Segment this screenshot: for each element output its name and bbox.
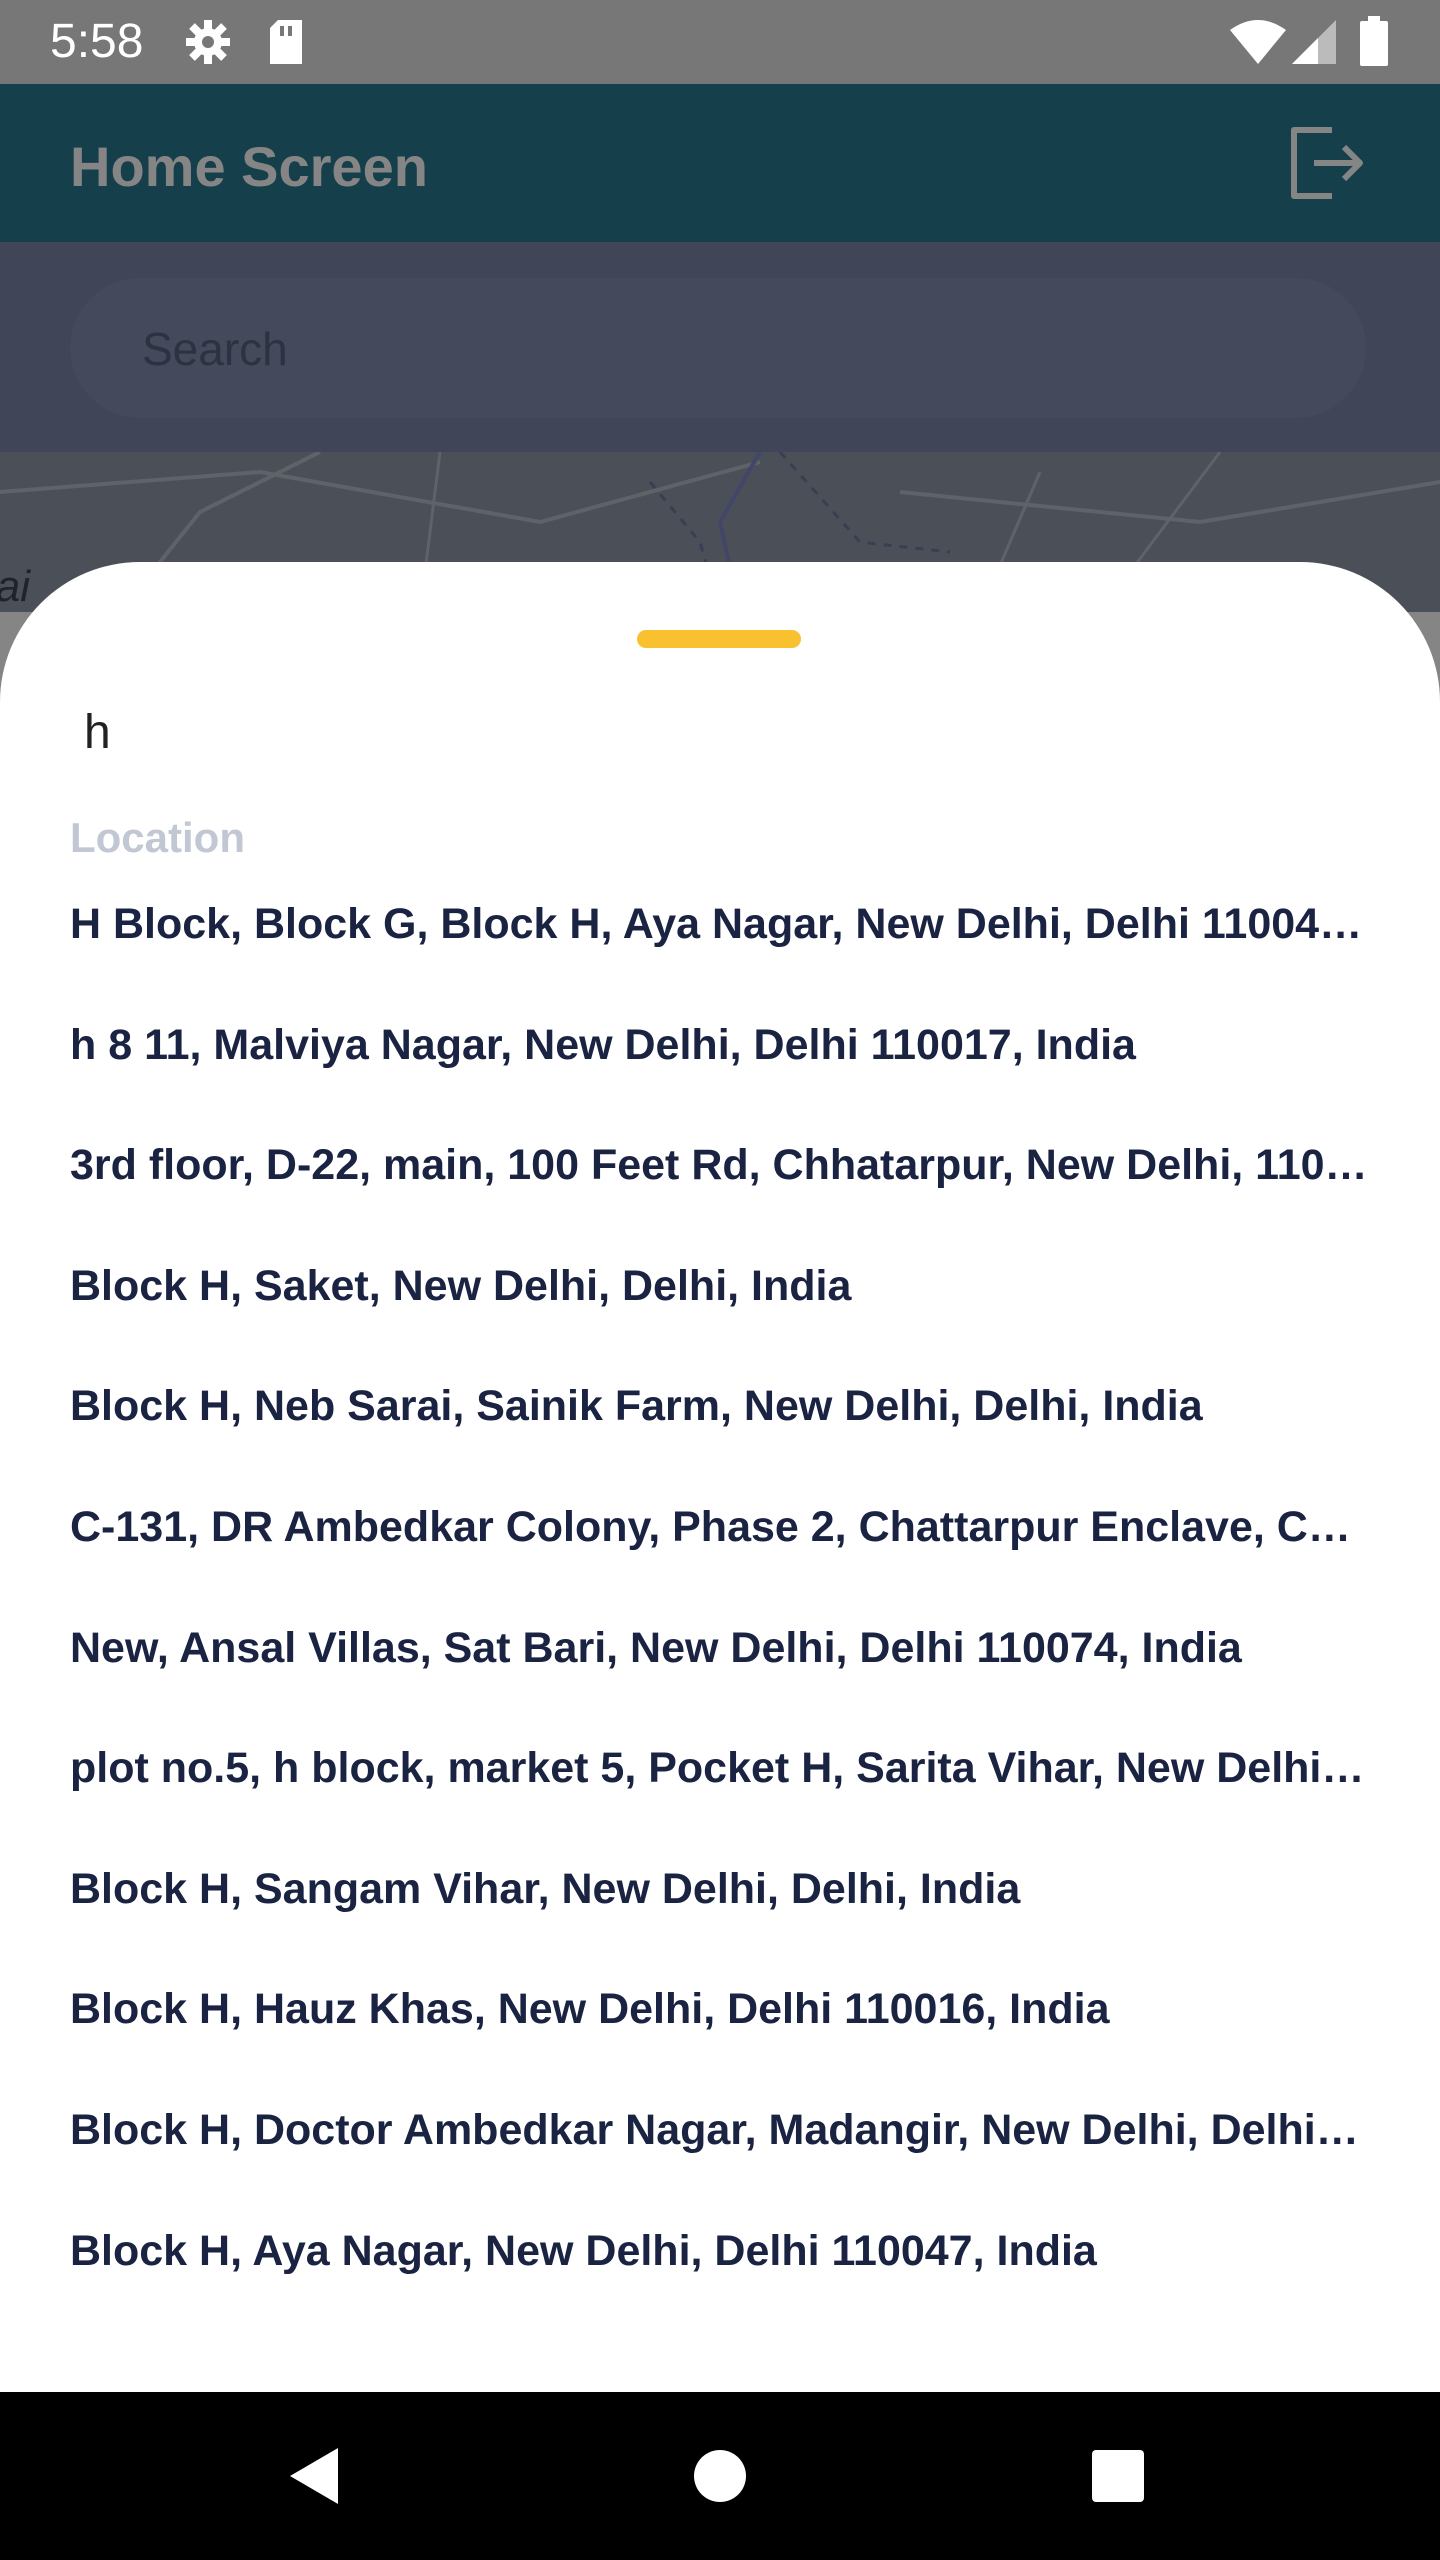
location-result-item[interactable]: 3rd floor, D-22, main, 100 Feet Rd, Chha… — [70, 1121, 1370, 1242]
status-time: 5:58 — [50, 15, 144, 68]
location-result-item[interactable]: Block H, Doctor Ambedkar Nagar, Madangir… — [70, 2086, 1370, 2207]
location-result-item[interactable]: C-131, DR Ambedkar Colony, Phase 2, Chat… — [70, 1483, 1370, 1604]
location-result-text: Block H, Hauz Khas, New Delhi, Delhi 110… — [70, 1985, 1110, 2034]
location-result-text: plot no.5, h block, market 5, Pocket H, … — [70, 1744, 1370, 1793]
drag-handle[interactable] — [637, 630, 801, 648]
location-result-text: Block H, Aya Nagar, New Delhi, Delhi 110… — [70, 2226, 1097, 2275]
location-results-list: H Block, Block G, Block H, Aya Nagar, Ne… — [70, 880, 1370, 2327]
navigation-bar — [0, 2392, 1440, 2560]
location-result-item[interactable]: plot no.5, h block, market 5, Pocket H, … — [70, 1724, 1370, 1845]
location-result-item[interactable]: New, Ansal Villas, Sat Bari, New Delhi, … — [70, 1604, 1370, 1725]
location-result-text: Block H, Saket, New Delhi, Delhi, India — [70, 1261, 852, 1310]
cell-signal-icon — [1292, 20, 1336, 69]
location-result-text: 3rd floor, D-22, main, 100 Feet Rd, Chha… — [70, 1141, 1370, 1190]
battery-icon — [1360, 16, 1388, 71]
location-result-text: h 8 11, Malviya Nagar, New Delhi, Delhi … — [70, 1020, 1136, 1069]
section-label: Location — [70, 814, 245, 861]
location-result-item[interactable]: Block H, Saket, New Delhi, Delhi, India — [70, 1242, 1370, 1363]
location-result-item[interactable]: Block H, Sangam Vihar, New Delhi, Delhi,… — [70, 1845, 1370, 1966]
location-result-item[interactable]: Block H, Hauz Khas, New Delhi, Delhi 110… — [70, 1965, 1370, 2086]
location-result-item[interactable]: H Block, Block G, Block H, Aya Nagar, Ne… — [70, 880, 1370, 1001]
location-bottom-sheet: Location H Block, Block G, Block H, Aya … — [0, 562, 1440, 2392]
location-result-text: C-131, DR Ambedkar Colony, Phase 2, Chat… — [70, 1502, 1370, 1551]
back-icon[interactable] — [278, 2436, 358, 2516]
location-result-text: Block H, Neb Sarai, Sainik Farm, New Del… — [70, 1382, 1203, 1431]
location-result-item[interactable]: Block H, Aya Nagar, New Delhi, Delhi 110… — [70, 2207, 1370, 2328]
location-result-text: New, Ansal Villas, Sat Bari, New Delhi, … — [70, 1623, 1242, 1672]
wifi-icon — [1230, 20, 1286, 69]
location-result-item[interactable]: h 8 11, Malviya Nagar, New Delhi, Delhi … — [70, 1001, 1370, 1122]
location-query-input[interactable] — [84, 692, 1364, 772]
status-bar: 5:58 — [0, 0, 1440, 84]
settings-icon — [184, 18, 232, 71]
sd-card-icon — [266, 18, 306, 71]
home-icon[interactable] — [680, 2436, 760, 2516]
recents-icon[interactable] — [1078, 2436, 1158, 2516]
location-result-item[interactable]: Block H, Neb Sarai, Sainik Farm, New Del… — [70, 1362, 1370, 1483]
location-result-text: Block H, Sangam Vihar, New Delhi, Delhi,… — [70, 1864, 1021, 1913]
location-result-text: Block H, Doctor Ambedkar Nagar, Madangir… — [70, 2105, 1370, 2154]
location-result-text: H Block, Block G, Block H, Aya Nagar, Ne… — [70, 900, 1370, 948]
